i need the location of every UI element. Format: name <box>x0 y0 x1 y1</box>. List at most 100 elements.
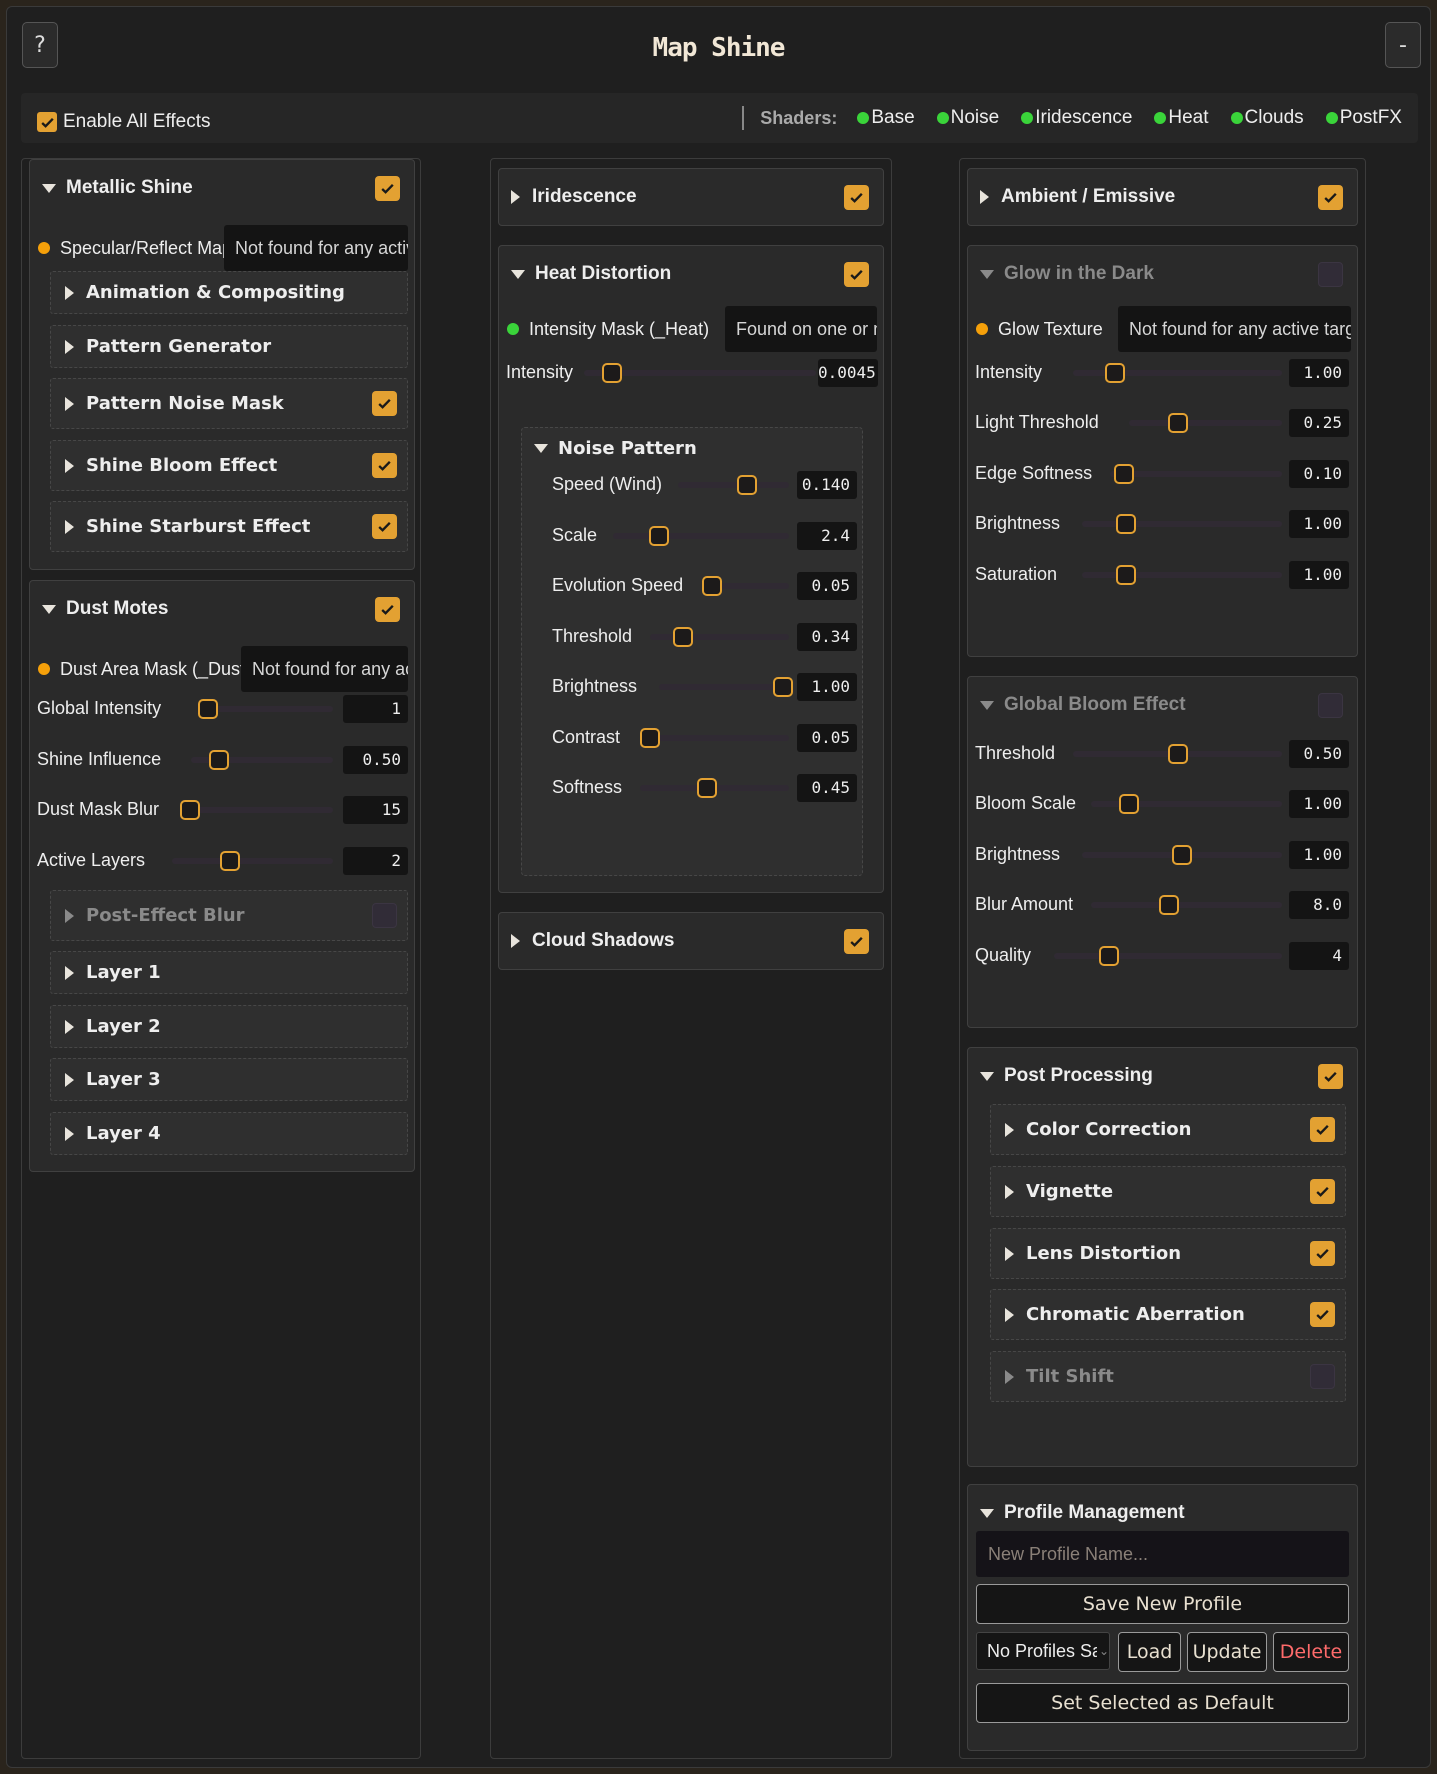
threshold-value[interactable]: 0.50 <box>1289 740 1349 768</box>
slider-handle[interactable] <box>209 750 230 770</box>
global-intensity-slider[interactable] <box>197 699 333 719</box>
slider-handle[interactable] <box>1167 413 1188 433</box>
light-threshold-value[interactable]: 0.25 <box>1289 409 1349 437</box>
subsection-layer-1[interactable]: Layer 1 <box>50 951 408 994</box>
subsection-color-correction[interactable]: Color Correction <box>990 1104 1346 1155</box>
dust-motes-checkbox[interactable] <box>375 596 400 622</box>
bloom-scale-value[interactable]: 1.00 <box>1289 790 1349 818</box>
slider-handle[interactable] <box>697 778 718 798</box>
slider-handle[interactable] <box>1167 744 1188 764</box>
glow-in-dark-checkbox[interactable] <box>1318 261 1343 287</box>
slider-handle[interactable] <box>1116 514 1136 534</box>
slider-handle[interactable] <box>601 363 622 383</box>
metallic-shine-header[interactable]: Metallic Shine <box>30 160 414 216</box>
active-layers-value[interactable]: 2 <box>343 847 408 875</box>
slider-handle[interactable] <box>219 851 240 871</box>
contrast-slider[interactable] <box>640 728 789 748</box>
softness-value[interactable]: 0.45 <box>797 774 857 802</box>
brightness-slider[interactable] <box>1082 514 1282 534</box>
subsection-post-effect-blur[interactable]: Post-Effect Blur <box>50 890 408 941</box>
intensity-slider[interactable] <box>584 363 816 383</box>
iridescence-header[interactable]: Iridescence <box>499 169 883 225</box>
post-effect-blur-checkbox[interactable] <box>372 903 397 928</box>
threshold-slider[interactable] <box>650 627 789 647</box>
ambient-emissive-header[interactable]: Ambient / Emissive <box>968 169 1357 225</box>
enable-all-toggle[interactable]: Enable All Effects <box>31 111 211 133</box>
delete-profile-button[interactable]: Delete <box>1273 1632 1349 1672</box>
profile-name-input[interactable]: New Profile Name... <box>976 1531 1349 1577</box>
slider-handle[interactable] <box>673 627 694 647</box>
intensity-slider[interactable] <box>1073 363 1282 383</box>
lens-distortion-checkbox[interactable] <box>1310 1241 1335 1266</box>
brightness-slider[interactable] <box>1082 845 1282 865</box>
shine-influence-slider[interactable] <box>191 750 333 770</box>
light-threshold-slider[interactable] <box>1129 413 1282 433</box>
update-profile-button[interactable]: Update <box>1187 1632 1267 1672</box>
global-intensity-value[interactable]: 1 <box>343 695 408 723</box>
metallic-shine-checkbox[interactable] <box>375 175 400 201</box>
subsection-shine-bloom-effect[interactable]: Shine Bloom Effect <box>50 440 408 491</box>
scale-value[interactable]: 2.4 <box>797 522 857 550</box>
subsection-layer-2[interactable]: Layer 2 <box>50 1005 408 1048</box>
threshold-value[interactable]: 0.34 <box>797 623 857 651</box>
brightness-slider[interactable] <box>659 677 793 697</box>
global-bloom-header[interactable]: Global Bloom Effect <box>968 677 1357 733</box>
threshold-slider[interactable] <box>1073 744 1282 764</box>
enable-all-checkbox[interactable] <box>37 112 57 132</box>
edge-softness-slider[interactable] <box>1110 464 1282 484</box>
subsection-pattern-noise-mask[interactable]: Pattern Noise Mask <box>50 378 408 429</box>
evolution-speed-slider[interactable] <box>701 576 789 596</box>
scale-slider[interactable] <box>613 526 789 546</box>
active-layers-slider[interactable] <box>172 851 333 871</box>
slider-handle[interactable] <box>1116 565 1136 585</box>
noise-pattern-header[interactable]: Noise Pattern <box>522 428 862 468</box>
slider-handle[interactable] <box>701 576 722 596</box>
set-default-profile-button[interactable]: Set Selected as Default <box>976 1683 1349 1723</box>
speed-wind-slider[interactable] <box>678 475 789 495</box>
subsection-lens-distortion[interactable]: Lens Distortion <box>990 1228 1346 1279</box>
pattern-noise-mask-checkbox[interactable] <box>372 391 397 416</box>
slider-handle[interactable] <box>648 526 669 546</box>
blur-amount-value[interactable]: 8.0 <box>1289 891 1349 919</box>
cloud-shadows-header[interactable]: Cloud Shadows <box>499 913 883 969</box>
subsection-pattern-generator[interactable]: Pattern Generator <box>50 325 408 368</box>
color-correction-checkbox[interactable] <box>1310 1117 1335 1142</box>
slider-handle[interactable] <box>180 800 201 820</box>
quality-value[interactable]: 4 <box>1289 942 1349 970</box>
brightness-value[interactable]: 1.00 <box>1289 510 1349 538</box>
iridescence-checkbox[interactable] <box>844 184 869 210</box>
slider-handle[interactable] <box>197 699 218 719</box>
heat-distortion-header[interactable]: Heat Distortion <box>499 246 883 302</box>
brightness-value[interactable]: 1.00 <box>797 673 857 701</box>
intensity-value[interactable]: 1.00 <box>1289 359 1349 387</box>
saturation-slider[interactable] <box>1082 565 1282 585</box>
tilt-shift-checkbox[interactable] <box>1310 1364 1335 1389</box>
speed-wind-value[interactable]: 0.140 <box>797 471 857 499</box>
minimize-button[interactable]: - <box>1385 22 1421 68</box>
subsection-tilt-shift[interactable]: Tilt Shift <box>990 1351 1346 1402</box>
dust-mask-blur-slider[interactable] <box>180 800 333 820</box>
cloud-shadows-checkbox[interactable] <box>844 928 869 954</box>
vignette-checkbox[interactable] <box>1310 1179 1335 1204</box>
post-processing-header[interactable]: Post Processing <box>968 1048 1357 1104</box>
evolution-speed-value[interactable]: 0.05 <box>797 572 857 600</box>
subsection-layer-3[interactable]: Layer 3 <box>50 1058 408 1101</box>
bloom-scale-slider[interactable] <box>1091 794 1282 814</box>
slider-handle[interactable] <box>1119 794 1140 814</box>
quality-slider[interactable] <box>1054 946 1282 966</box>
shine-bloom-effect-checkbox[interactable] <box>372 453 397 478</box>
profile-select[interactable]: No Profiles Saved⌄ <box>976 1632 1110 1670</box>
glow-in-dark-header[interactable]: Glow in the Dark <box>968 246 1357 302</box>
dust-mask-blur-value[interactable]: 15 <box>343 796 408 824</box>
subsection-animation-compositing[interactable]: Animation & Compositing <box>50 271 408 314</box>
subsection-chromatic-aberration[interactable]: Chromatic Aberration <box>990 1289 1346 1340</box>
shine-starburst-effect-checkbox[interactable] <box>372 514 397 539</box>
edge-softness-value[interactable]: 0.10 <box>1289 460 1349 488</box>
subsection-vignette[interactable]: Vignette <box>990 1166 1346 1217</box>
intensity-value[interactable]: 0.0045 <box>818 359 878 387</box>
save-profile-button[interactable]: Save New Profile <box>976 1584 1349 1624</box>
slider-handle[interactable] <box>640 728 661 748</box>
shine-influence-value[interactable]: 0.50 <box>343 746 408 774</box>
load-profile-button[interactable]: Load <box>1118 1632 1181 1672</box>
global-bloom-checkbox[interactable] <box>1318 692 1343 718</box>
